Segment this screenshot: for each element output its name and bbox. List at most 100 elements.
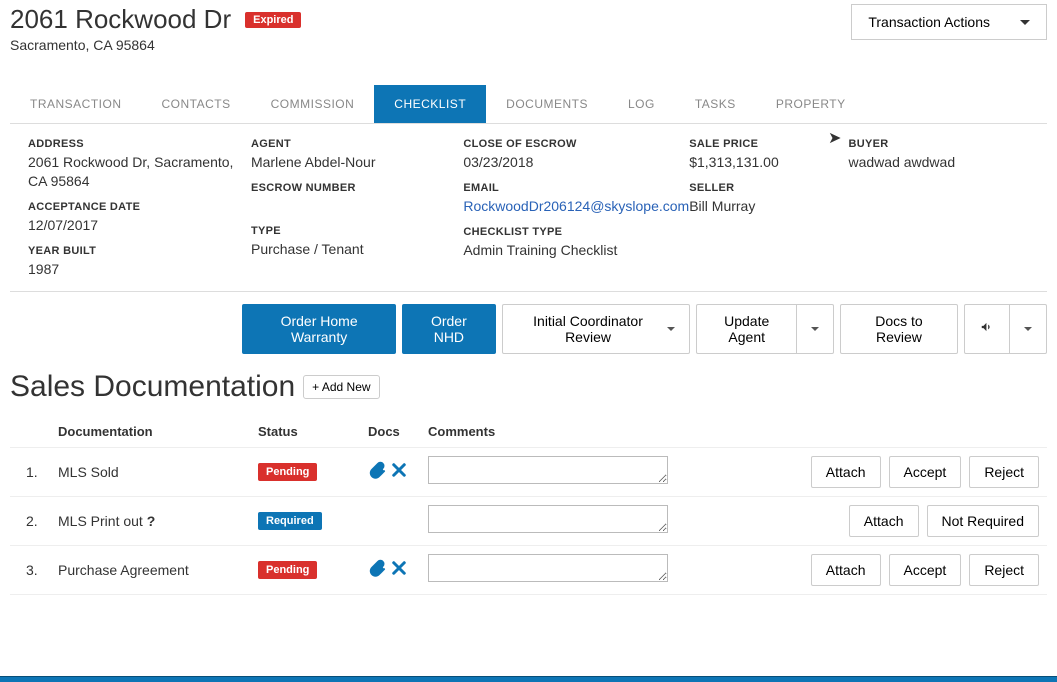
- seller-label: SELLER: [689, 182, 848, 194]
- row-documentation: MLS Sold: [50, 447, 250, 496]
- tab-log[interactable]: LOG: [608, 85, 675, 123]
- row-docs: [360, 545, 420, 594]
- col-header-actions: [676, 416, 1047, 448]
- announce-button[interactable]: [964, 304, 1010, 354]
- accept-button[interactable]: Accept: [889, 456, 962, 488]
- remove-doc-icon[interactable]: [390, 461, 408, 482]
- address-label: ADDRESS: [28, 138, 251, 150]
- agent-label: AGENT: [251, 138, 463, 150]
- row-status: Pending: [250, 447, 360, 496]
- attach-button[interactable]: Attach: [811, 554, 881, 586]
- agent-value: Marlene Abdel-Nour: [251, 153, 463, 172]
- bullhorn-icon: [979, 320, 995, 337]
- transaction-actions-label: Transaction Actions: [868, 14, 990, 30]
- not-required-button[interactable]: Not Required: [927, 505, 1040, 537]
- tab-checklist[interactable]: CHECKLIST: [374, 85, 486, 123]
- row-docs: [360, 447, 420, 496]
- escrow-number-label: ESCROW NUMBER: [251, 182, 463, 194]
- section-title: Sales Documentation: [10, 370, 295, 404]
- accept-button[interactable]: Accept: [889, 554, 962, 586]
- stage-select[interactable]: Initial Coordinator Review: [502, 304, 691, 354]
- plus-icon: +: [312, 380, 319, 394]
- help-icon[interactable]: ?: [147, 513, 156, 529]
- sale-price-value: $1,313,131.00: [689, 153, 848, 172]
- row-docs: [360, 496, 420, 545]
- attach-button[interactable]: Attach: [811, 456, 881, 488]
- acceptance-date-value: 12/07/2017: [28, 216, 251, 235]
- checklist-type-label: CHECKLIST TYPE: [463, 226, 689, 238]
- col-header-status: Status: [250, 416, 360, 448]
- tab-transaction[interactable]: TRANSACTION: [10, 85, 142, 123]
- year-built-value: 1987: [28, 260, 251, 279]
- buyer-label: BUYER: [848, 138, 1029, 150]
- update-agent-button[interactable]: Update Agent: [696, 304, 796, 354]
- order-home-warranty-button[interactable]: Order Home Warranty: [242, 304, 396, 354]
- transaction-actions-button[interactable]: Transaction Actions: [851, 4, 1047, 40]
- status-badge: Pending: [258, 463, 317, 481]
- page-subtitle: Sacramento, CA 95864: [10, 37, 301, 53]
- row-number: 2.: [10, 496, 50, 545]
- col-header-docs: Docs: [360, 416, 420, 448]
- comments-input[interactable]: [428, 505, 668, 533]
- sale-price-label: SALE PRICE: [689, 138, 848, 150]
- remove-doc-icon[interactable]: [390, 559, 408, 580]
- checklist-type-value: Admin Training Checklist: [463, 241, 689, 260]
- email-label: EMAIL: [463, 182, 689, 194]
- row-status: Required: [250, 496, 360, 545]
- caret-down-icon: [1020, 20, 1030, 25]
- add-new-button[interactable]: + Add New: [303, 375, 379, 399]
- announce-dropdown[interactable]: [1010, 304, 1047, 354]
- col-header-num: [10, 416, 50, 448]
- close-of-escrow-label: CLOSE OF ESCROW: [463, 138, 689, 150]
- reject-button[interactable]: Reject: [969, 456, 1039, 488]
- close-of-escrow-value: 03/23/2018: [463, 153, 689, 172]
- docs-to-review-button[interactable]: Docs to Review: [840, 304, 958, 354]
- col-header-documentation: Documentation: [50, 416, 250, 448]
- row-number: 1.: [10, 447, 50, 496]
- footer-bar: [0, 676, 1057, 682]
- table-row: 3.Purchase Agreement Pending AttachAccept…: [10, 545, 1047, 594]
- page-title: 2061 Rockwood Dr: [10, 4, 231, 35]
- attach-button[interactable]: Attach: [849, 505, 919, 537]
- reject-button[interactable]: Reject: [969, 554, 1039, 586]
- update-agent-dropdown[interactable]: [797, 304, 834, 354]
- caret-down-icon: [811, 327, 819, 331]
- status-badge: Required: [258, 512, 322, 530]
- tab-contacts[interactable]: CONTACTS: [142, 85, 251, 123]
- row-comments: [420, 447, 676, 496]
- year-built-label: YEAR BUILT: [28, 245, 251, 257]
- attachment-icon[interactable]: [368, 559, 386, 580]
- row-documentation: Purchase Agreement: [50, 545, 250, 594]
- type-label: TYPE: [251, 225, 463, 237]
- acceptance-date-label: ACCEPTANCE DATE: [28, 201, 251, 213]
- row-actions: AttachAcceptReject: [676, 447, 1047, 496]
- order-nhd-button[interactable]: Order NHD: [402, 304, 495, 354]
- buyer-value: wadwad awdwad: [848, 153, 1029, 172]
- status-badge: Pending: [258, 561, 317, 579]
- row-status: Pending: [250, 545, 360, 594]
- col-header-comments: Comments: [420, 416, 676, 448]
- comments-input[interactable]: [428, 456, 668, 484]
- email-value[interactable]: RockwoodDr206124@skyslope.com: [463, 198, 689, 214]
- caret-down-icon: [667, 327, 675, 331]
- row-comments: [420, 496, 676, 545]
- row-number: 3.: [10, 545, 50, 594]
- row-comments: [420, 545, 676, 594]
- tab-commission[interactable]: COMMISSION: [251, 85, 375, 123]
- tab-property[interactable]: PROPERTY: [756, 85, 866, 123]
- table-row: 2.MLS Print out ? Required AttachNot Requi…: [10, 496, 1047, 545]
- seller-value: Bill Murray: [689, 197, 848, 216]
- comments-input[interactable]: [428, 554, 668, 582]
- caret-down-icon: [1024, 327, 1032, 331]
- attachment-icon[interactable]: [368, 461, 386, 482]
- tabs: TRANSACTION CONTACTS COMMISSION CHECKLIS…: [10, 85, 1047, 124]
- table-row: 1.MLS Sold Pending AttachAcceptReject: [10, 447, 1047, 496]
- address-value: 2061 Rockwood Dr, Sacramento, CA 95864: [28, 153, 251, 191]
- row-documentation: MLS Print out ?: [50, 496, 250, 545]
- tab-tasks[interactable]: TASKS: [675, 85, 756, 123]
- stage-select-label: Initial Coordinator Review: [517, 313, 660, 345]
- details-panel: ADDRESS 2061 Rockwood Dr, Sacramento, CA…: [10, 124, 1047, 292]
- row-actions: AttachAcceptReject: [676, 545, 1047, 594]
- checklist-table: Documentation Status Docs Comments 1.MLS…: [10, 416, 1047, 595]
- tab-documents[interactable]: DOCUMENTS: [486, 85, 608, 123]
